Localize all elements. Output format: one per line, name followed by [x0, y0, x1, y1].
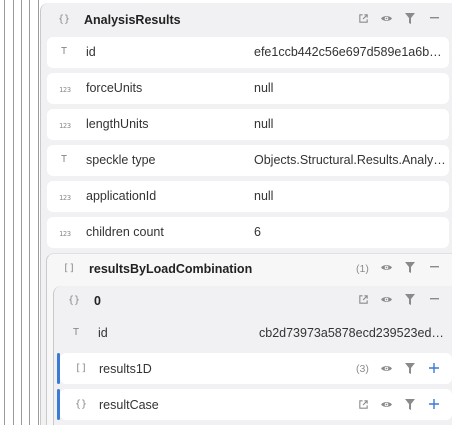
filter-icon[interactable]: [403, 292, 417, 306]
tree-guide-line: [38, 0, 39, 425]
eye-icon[interactable]: [379, 361, 393, 375]
number-type-icon: 123: [59, 230, 71, 238]
eye-icon[interactable]: [379, 260, 393, 274]
object-type-icon: {}: [58, 14, 71, 25]
filter-icon[interactable]: [403, 11, 417, 25]
field-key: forceUnits: [86, 81, 143, 95]
tree-guide-line: [13, 0, 14, 425]
field-value: cb2d73973a5878ecd239523ed…: [259, 326, 444, 340]
node-key: results1D: [99, 362, 152, 376]
field-key: id: [86, 45, 96, 59]
external-link-icon[interactable]: [356, 11, 370, 25]
field-key: id: [98, 326, 108, 340]
eye-icon[interactable]: [379, 292, 393, 306]
tree-guide-line: [21, 0, 22, 425]
node-title[interactable]: 0: [94, 294, 101, 308]
number-type-icon: 123: [59, 194, 71, 202]
minus-icon[interactable]: [427, 11, 441, 25]
field-value: Objects.Structural.Results.Analy…: [254, 153, 446, 167]
field-value: null: [254, 81, 274, 95]
number-type-icon: 123: [59, 86, 71, 94]
object-type-icon: {}: [75, 399, 88, 410]
field-key: children count: [86, 225, 164, 239]
text-type-icon: T: [73, 327, 80, 338]
object-type-icon: {}: [68, 295, 81, 306]
filter-icon[interactable]: [403, 260, 417, 274]
field-key: speckle type: [86, 153, 156, 167]
node-title[interactable]: resultsByLoadCombination: [89, 262, 252, 276]
field-value: null: [254, 189, 274, 203]
array-type-icon: []: [75, 363, 88, 374]
field-value: 6: [254, 225, 261, 239]
node-title[interactable]: AnalysisResults: [84, 13, 181, 27]
item-count: (3): [356, 363, 369, 375]
external-link-icon[interactable]: [356, 292, 370, 306]
filter-icon[interactable]: [403, 397, 417, 411]
field-value: efe1ccb442c56e697d589e1a6b…: [254, 45, 442, 59]
tree-guide-line: [29, 0, 30, 425]
field-value: null: [254, 117, 274, 131]
minus-icon[interactable]: [427, 292, 441, 306]
plus-icon[interactable]: [427, 361, 441, 375]
item-count: (1): [356, 263, 369, 275]
text-type-icon: T: [61, 154, 68, 165]
array-type-icon: []: [63, 263, 76, 274]
external-link-icon[interactable]: [356, 397, 370, 411]
field-key: lengthUnits: [86, 117, 149, 131]
minus-icon[interactable]: [427, 260, 441, 274]
eye-icon[interactable]: [379, 397, 393, 411]
text-type-icon: T: [61, 46, 68, 57]
number-type-icon: 123: [59, 122, 71, 130]
eye-icon[interactable]: [379, 11, 393, 25]
plus-icon[interactable]: [427, 397, 441, 411]
filter-icon[interactable]: [403, 361, 417, 375]
field-key: applicationId: [86, 189, 157, 203]
tree-guide-line: [4, 0, 5, 425]
node-key: resultCase: [99, 398, 159, 412]
